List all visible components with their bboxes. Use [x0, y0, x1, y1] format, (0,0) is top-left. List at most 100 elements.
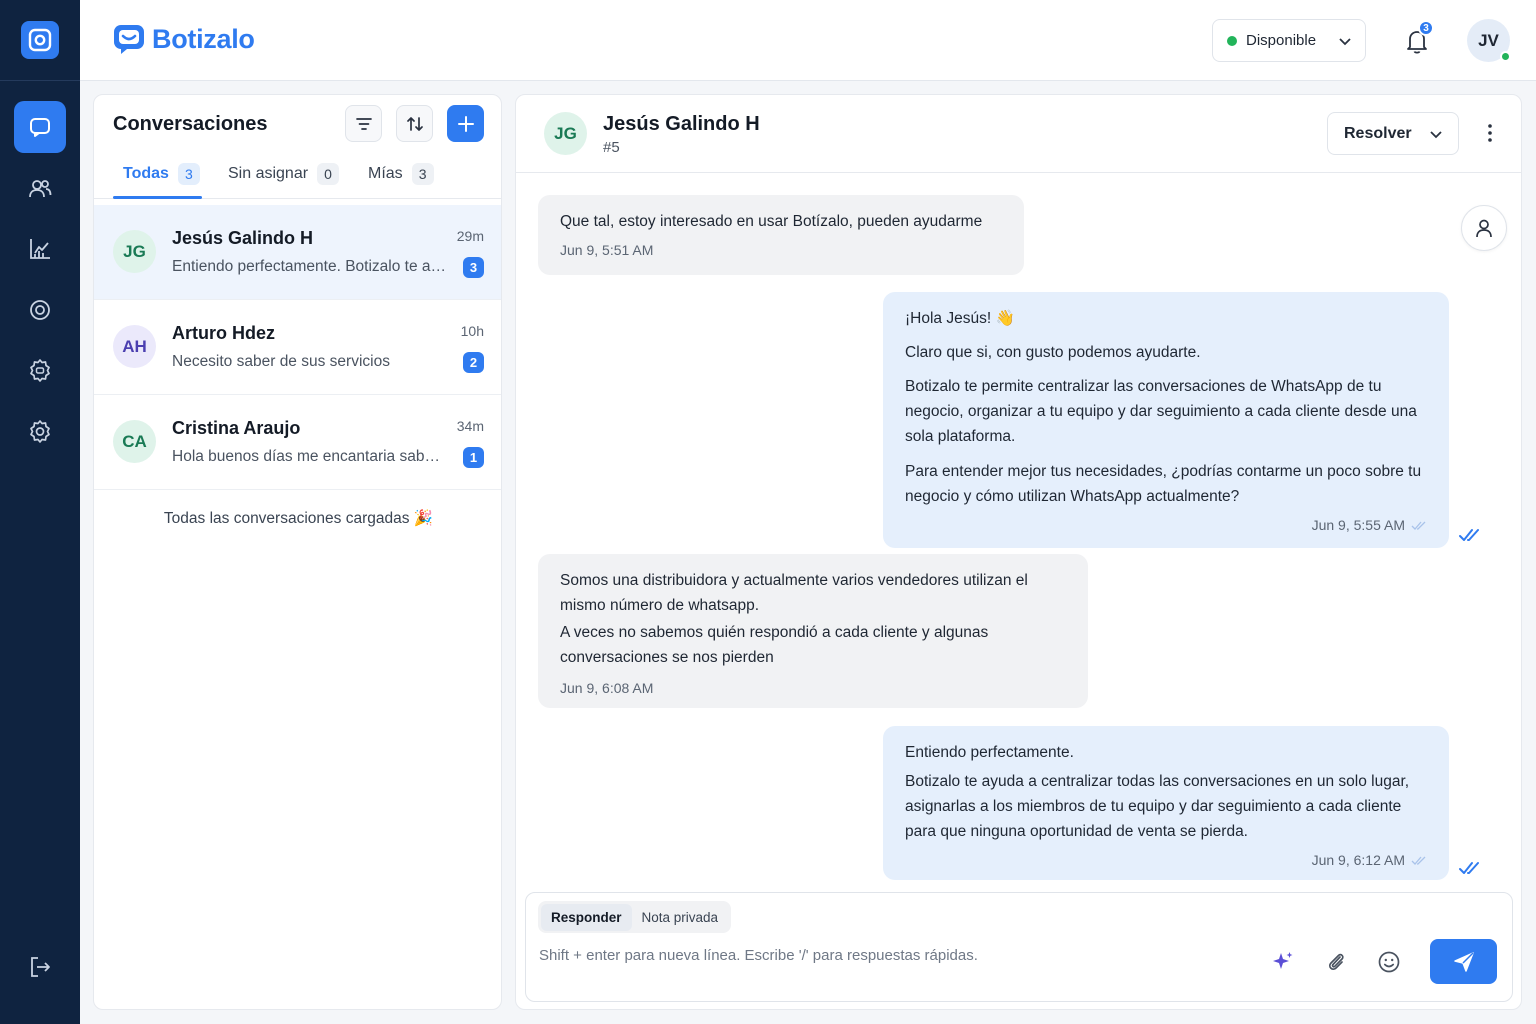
user-initials: JV — [1478, 30, 1499, 50]
gear-icon — [30, 420, 50, 443]
reply-mode-button[interactable]: Responder — [541, 903, 632, 931]
message-text: Que tal, estoy interesado en usar Botíza… — [560, 213, 983, 230]
sort-button[interactable] — [396, 105, 433, 142]
resolve-button[interactable]: Resolver — [1327, 112, 1459, 155]
logout-icon — [31, 957, 50, 977]
chevron-down-icon — [1339, 38, 1351, 46]
tab-label: Todas — [123, 165, 169, 182]
new-conversation-button[interactable] — [447, 105, 484, 142]
sidebar-item-reports[interactable] — [14, 223, 66, 275]
sidebar — [0, 0, 80, 1024]
logout-button[interactable] — [14, 941, 66, 993]
send-icon — [1453, 951, 1474, 972]
brand[interactable]: Botizalo — [112, 22, 255, 56]
user-avatar[interactable]: JV — [1467, 19, 1511, 62]
message-incoming: Que tal, estoy interesado en usar Botíza… — [538, 195, 1024, 275]
message-preview: Entiendo perfectamente. Botizalo te ayud… — [172, 258, 447, 275]
conversation-time: 34m — [456, 418, 484, 434]
filter-icon — [355, 117, 372, 130]
contact-name: Jesús Galindo H — [172, 228, 314, 248]
conversations-title: Conversaciones — [113, 113, 268, 135]
sort-icon — [406, 116, 423, 131]
availability-select[interactable]: Disponible — [1212, 19, 1366, 62]
conversation-tabs: Todas 3 Sin asignar 0 Mías 3 — [94, 153, 501, 199]
message-outgoing: Entiendo perfectamente. Botizalo te ayud… — [883, 726, 1449, 880]
attachment-icon[interactable] — [1323, 949, 1349, 975]
all-loaded-message: Todas las conversaciones cargadas 🎉 — [163, 510, 434, 527]
message-input[interactable] — [539, 947, 1259, 964]
message-timestamp: Jun 9, 5:55 AM — [1311, 517, 1405, 533]
tab-all[interactable]: Todas 3 — [123, 163, 200, 185]
reply-mode-switch: Responder Nota privada — [538, 901, 732, 933]
chevron-down-icon — [1430, 131, 1442, 139]
conversation-time: 29m — [456, 228, 484, 244]
private-note-button[interactable]: Nota privada — [632, 904, 729, 931]
message-composer: Responder Nota privada — [525, 892, 1513, 1002]
status-dot — [1227, 35, 1237, 46]
users-icon — [29, 180, 52, 198]
sidebar-item-contacts[interactable] — [14, 163, 66, 215]
conversation-id: #5 — [603, 139, 620, 156]
contact-name: Cristina Araujo — [172, 418, 301, 438]
unread-badge: 2 — [463, 352, 484, 373]
brand-name: Botizalo — [152, 23, 255, 54]
user-icon — [1476, 219, 1492, 238]
sidebar-item-settings[interactable] — [14, 405, 66, 457]
sidebar-item-automation[interactable] — [14, 344, 66, 396]
read-receipt-icon — [1459, 862, 1479, 874]
chart-icon — [30, 239, 50, 259]
emoji-icon[interactable] — [1376, 949, 1402, 975]
chat-contact-name: Jesús Galindo H — [603, 113, 760, 135]
app-logo[interactable] — [21, 21, 59, 59]
tab-mine[interactable]: Mías 3 — [368, 163, 434, 185]
tab-label: Mías — [368, 165, 403, 182]
plus-icon — [457, 115, 474, 132]
conversation-time: 10h — [460, 323, 484, 339]
sidebar-item-campaigns[interactable] — [14, 284, 66, 336]
chat-panel: JG Jesús Galindo H #5 Resolver Que tal, … — [515, 94, 1522, 1010]
message-outgoing: ¡Hola Jesús! 👋 Claro que si, con gusto p… — [883, 292, 1449, 548]
conversation-item[interactable]: CA Cristina Araujo Hola buenos días me e… — [94, 395, 501, 490]
message-incoming: Somos una distribuidora y actualmente va… — [538, 554, 1088, 708]
target-icon — [30, 300, 50, 320]
message-text: Para entender mejor tus necesidades, ¿po… — [905, 463, 1422, 505]
tab-count: 0 — [317, 163, 340, 185]
send-button[interactable] — [1430, 939, 1497, 984]
message-text: Botizalo te permite centralizar las conv… — [905, 378, 1417, 445]
contact-info-button[interactable] — [1461, 205, 1507, 251]
sidebar-divider — [0, 80, 80, 81]
message-text: Botizalo te ayuda a centralizar todas la… — [905, 773, 1410, 840]
conversation-item[interactable]: JG Jesús Galindo H Entiendo perfectament… — [94, 205, 501, 300]
chat-contact-avatar[interactable]: JG — [544, 112, 587, 155]
availability-label: Disponible — [1246, 32, 1317, 49]
read-receipt-icon — [1459, 529, 1479, 541]
message-preview: Hola buenos días me encantaria saber más — [172, 448, 447, 465]
chat-header: JG Jesús Galindo H #5 Resolver — [516, 95, 1521, 173]
message-text: Claro que si, con gusto podemos ayudarte… — [905, 344, 1201, 361]
tab-label: Sin asignar — [228, 165, 309, 182]
online-indicator — [1500, 51, 1511, 62]
bot-settings-icon — [30, 359, 50, 382]
active-tab-indicator — [113, 196, 202, 199]
message-timestamp: Jun 9, 5:51 AM — [560, 242, 654, 258]
resolve-label: Resolver — [1344, 124, 1412, 142]
contact-avatar: CA — [113, 420, 156, 463]
sidebar-item-conversations[interactable] — [14, 101, 66, 153]
message-timestamp-row: Jun 9, 6:12 AM — [905, 848, 1427, 873]
contact-avatar: JG — [113, 230, 156, 273]
notifications-badge: 3 — [1418, 20, 1434, 36]
tab-unassigned[interactable]: Sin asignar 0 — [228, 163, 340, 185]
delivered-icon — [1411, 521, 1426, 530]
message-text: Entiendo perfectamente. — [905, 744, 1074, 761]
conversations-panel: Conversaciones Todas 3 Sin asignar 0 Mía… — [93, 94, 502, 1010]
message-text: A veces no sabemos quién respondió a cad… — [560, 624, 989, 666]
tab-count: 3 — [411, 163, 434, 185]
filter-button[interactable] — [345, 105, 382, 142]
contact-avatar: AH — [113, 325, 156, 368]
ai-sparkle-icon[interactable] — [1270, 949, 1296, 975]
message-timestamp-row: Jun 9, 5:55 AM — [905, 513, 1427, 538]
tab-count: 3 — [177, 163, 200, 185]
conversation-item[interactable]: AH Arturo Hdez Necesito saber de sus ser… — [94, 300, 501, 395]
more-options-icon[interactable] — [1478, 121, 1502, 145]
delivered-icon — [1411, 856, 1426, 865]
